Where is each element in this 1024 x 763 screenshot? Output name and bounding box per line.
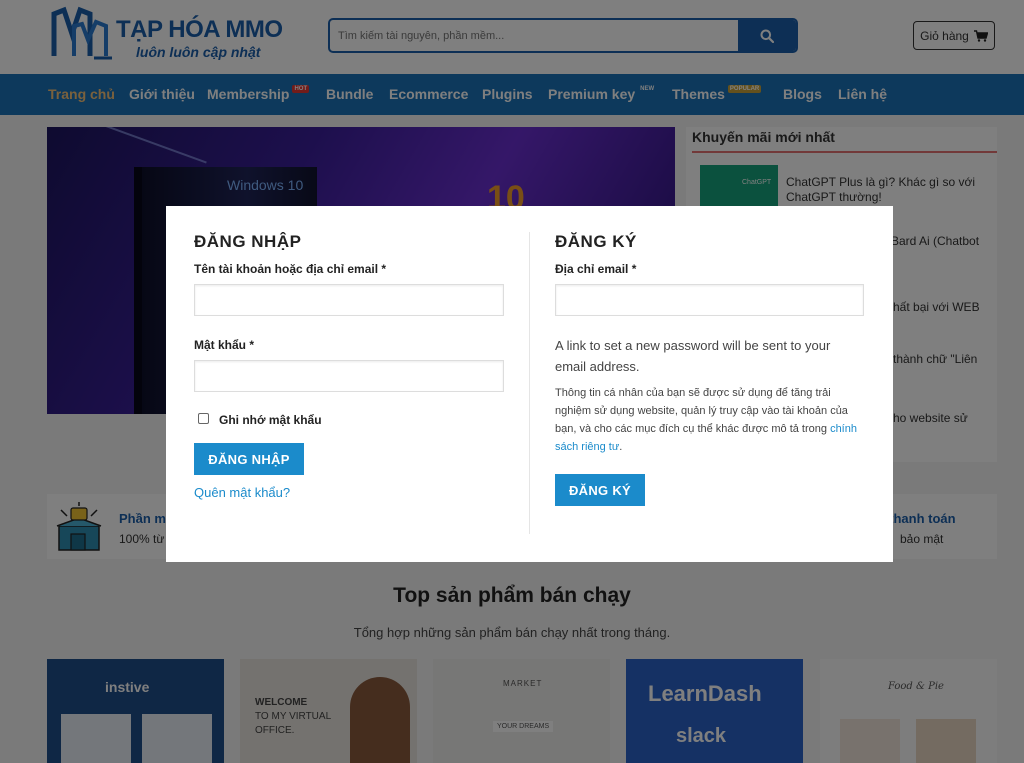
password-notice: A link to set a new password will be sen… [555,338,831,374]
login-button[interactable]: ĐĂNG NHẬP [194,443,304,475]
remember-checkbox[interactable] [198,413,209,424]
email-label: Địa chỉ email * [555,262,637,276]
username-input[interactable] [195,285,503,315]
register-heading: ĐĂNG KÝ [555,232,637,251]
register-button[interactable]: ĐĂNG KÝ [555,474,645,506]
password-field[interactable] [194,360,504,392]
login-heading: ĐĂNG NHẬP [194,232,302,251]
username-field[interactable] [194,284,504,316]
password-input[interactable] [195,361,503,391]
remember-label[interactable]: Ghi nhớ mật khẩu [219,413,322,427]
privacy-notice: Thông tin cá nhân của bạn sẽ được sử dụn… [555,384,867,456]
column-divider [529,232,530,534]
login-register-modal: ĐĂNG NHẬP Tên tài khoản hoặc địa chỉ ema… [166,206,893,562]
privacy-text: Thông tin cá nhân của bạn sẽ được sử dụn… [555,387,848,435]
privacy-end: . [619,441,623,453]
email-input[interactable] [556,285,863,315]
email-field[interactable] [555,284,864,316]
forgot-password-link[interactable]: Quên mật khẩu? [194,485,290,500]
password-label: Mật khẩu * [194,338,255,352]
username-label: Tên tài khoản hoặc địa chỉ email * [194,262,387,276]
